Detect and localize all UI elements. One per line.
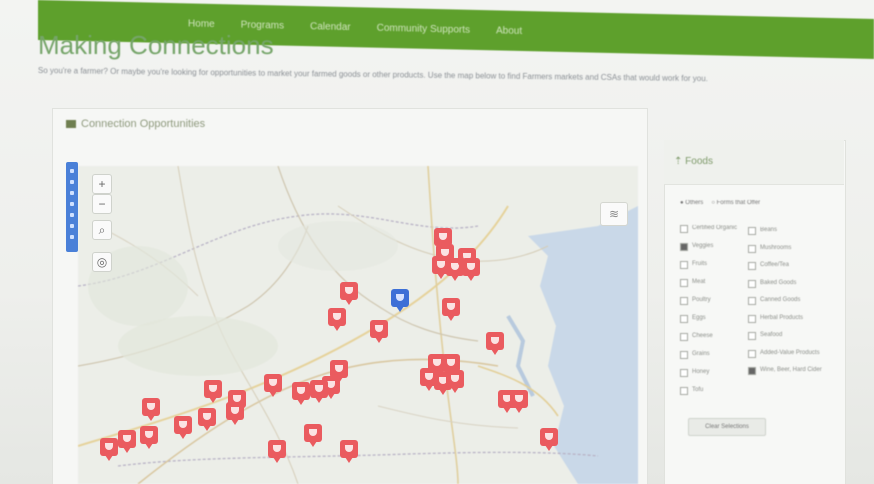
checkbox[interactable] bbox=[680, 225, 688, 233]
filter-option-label: Poultry bbox=[692, 297, 711, 303]
filter-option[interactable]: Beans bbox=[748, 226, 828, 235]
map-marker[interactable] bbox=[264, 374, 282, 397]
intro-text: So you're a farmer? Or maybe you're look… bbox=[37, 65, 708, 84]
checkbox[interactable] bbox=[680, 315, 688, 323]
filter-option-label: Seafood bbox=[760, 332, 783, 338]
checkbox[interactable] bbox=[748, 367, 756, 375]
map-marker[interactable] bbox=[142, 398, 160, 421]
map-marker[interactable] bbox=[370, 320, 388, 343]
checkbox[interactable] bbox=[748, 314, 756, 323]
checkbox[interactable] bbox=[680, 351, 688, 359]
map-marker[interactable] bbox=[486, 332, 504, 355]
nav-item-home[interactable]: Home bbox=[188, 18, 215, 30]
page-title: Making Connections bbox=[38, 30, 274, 60]
checkbox[interactable] bbox=[748, 244, 756, 253]
checkbox[interactable] bbox=[748, 297, 756, 305]
map-marker[interactable] bbox=[340, 440, 358, 463]
filter-option[interactable]: Mushrooms bbox=[748, 244, 828, 253]
filter-option[interactable]: Baked Goods bbox=[748, 279, 828, 288]
radio-option-b[interactable]: ○ Forms that Offer bbox=[711, 200, 760, 206]
zoom-in-button[interactable]: + bbox=[92, 174, 112, 194]
filter-option[interactable]: Canned Goods bbox=[748, 296, 828, 305]
radio-option-a[interactable]: ● Others bbox=[680, 200, 703, 206]
nav-item-calendar[interactable]: Calendar bbox=[310, 21, 351, 33]
filter-mode-radios: ● Others ○ Forms that Offer bbox=[680, 200, 760, 206]
checkbox[interactable] bbox=[748, 262, 756, 270]
filter-option-label: Canned Goods bbox=[760, 297, 801, 303]
map-panel-heading: Connection Opportunities bbox=[66, 118, 205, 130]
map-marker[interactable] bbox=[226, 402, 244, 425]
map-marker[interactable] bbox=[510, 390, 528, 413]
map-marker[interactable] bbox=[100, 438, 118, 461]
map-panel-heading-text: Connection Opportunities bbox=[81, 118, 206, 130]
checkbox[interactable] bbox=[680, 297, 688, 305]
map-marker[interactable] bbox=[198, 408, 216, 431]
map-marker[interactable] bbox=[140, 426, 158, 449]
checkbox[interactable] bbox=[680, 333, 688, 341]
filter-option-label: Baked Goods bbox=[760, 279, 797, 286]
filters-title: ⇡ Foods bbox=[674, 156, 713, 167]
map-marker[interactable] bbox=[328, 308, 346, 331]
filter-option[interactable]: Herbal Products bbox=[748, 314, 828, 323]
nav-item-community[interactable]: Community Supports bbox=[377, 22, 470, 35]
filter-option-label: Honey bbox=[692, 369, 710, 375]
checkbox[interactable] bbox=[748, 279, 756, 288]
checkbox[interactable] bbox=[680, 279, 688, 287]
checkbox[interactable] bbox=[680, 243, 688, 251]
filter-option[interactable]: Added-Value Products bbox=[748, 349, 828, 358]
map-marker[interactable] bbox=[118, 430, 136, 453]
filter-option-label: Meat bbox=[692, 279, 706, 285]
map-marker[interactable] bbox=[310, 380, 328, 403]
filter-option-label: Added-Value Products bbox=[760, 349, 820, 356]
zoom-slider[interactable] bbox=[66, 162, 78, 252]
filter-option-label: Certified Organic bbox=[692, 225, 738, 231]
map-marker[interactable] bbox=[446, 370, 464, 393]
filter-option-label: Beans bbox=[760, 227, 778, 233]
filter-option-label: Eggs bbox=[692, 315, 706, 321]
filter-option-label: Herbal Products bbox=[760, 314, 804, 321]
filter-option-label: Grains bbox=[692, 351, 710, 357]
checkbox[interactable] bbox=[680, 369, 688, 377]
nav-item-about[interactable]: About bbox=[496, 25, 522, 37]
map-marker-selected[interactable] bbox=[391, 289, 409, 312]
filter-option-label: Wine, Beer, Hard Cider bbox=[760, 367, 822, 373]
zoom-out-button[interactable]: − bbox=[92, 194, 112, 214]
filter-option-label: Mushrooms bbox=[760, 244, 792, 251]
search-icon[interactable]: ⌕ bbox=[92, 220, 112, 240]
checkbox[interactable] bbox=[748, 227, 756, 235]
filter-option-label: Cheese bbox=[692, 333, 713, 339]
map-marker[interactable] bbox=[304, 424, 322, 447]
map-marker[interactable] bbox=[204, 380, 222, 403]
filter-option[interactable]: Tofu bbox=[680, 386, 760, 395]
map-marker[interactable] bbox=[292, 382, 310, 405]
layers-icon[interactable]: ≋ bbox=[600, 202, 628, 226]
filter-option-label: Coffee/Tea bbox=[760, 262, 789, 268]
filter-option-label: Fruits bbox=[692, 261, 707, 267]
locate-icon[interactable]: ◎ bbox=[92, 252, 112, 272]
map-marker[interactable] bbox=[340, 282, 358, 305]
filter-icon: ⇡ bbox=[674, 156, 686, 167]
filter-option[interactable]: Wine, Beer, Hard Cider bbox=[748, 366, 828, 375]
map-marker[interactable] bbox=[462, 258, 480, 281]
filter-option[interactable]: Seafood bbox=[748, 331, 828, 340]
checkbox[interactable] bbox=[680, 387, 688, 395]
map-marker[interactable] bbox=[174, 416, 192, 439]
checkbox[interactable] bbox=[748, 349, 756, 358]
filter-option-label: Tofu bbox=[692, 387, 704, 393]
checkbox[interactable] bbox=[680, 261, 688, 269]
filter-option[interactable]: Coffee/Tea bbox=[748, 261, 828, 270]
map-marker[interactable] bbox=[268, 440, 286, 463]
map-marker[interactable] bbox=[442, 298, 460, 321]
clear-selections-button[interactable]: Clear Selections bbox=[688, 418, 766, 436]
flag-icon bbox=[66, 120, 76, 128]
map-marker[interactable] bbox=[540, 428, 558, 451]
browser-screen: Home Programs Calendar Community Support… bbox=[0, 0, 874, 484]
filter-option-label: Veggies bbox=[692, 243, 714, 249]
checkbox[interactable] bbox=[748, 332, 756, 340]
